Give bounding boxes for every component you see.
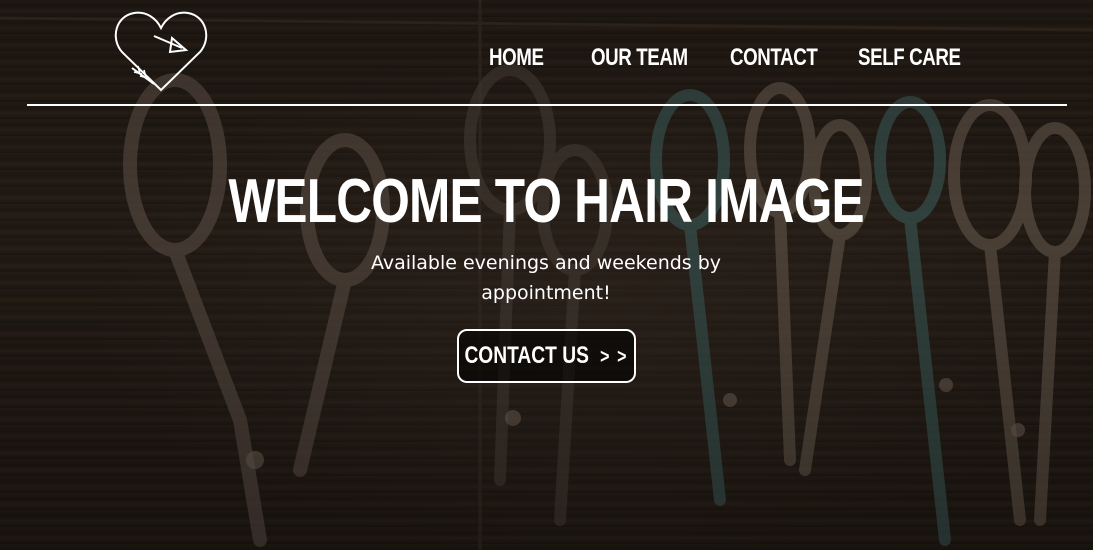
nav-self-care[interactable]: SELF CARE [858, 40, 961, 76]
hero-subtitle: Available evenings and weekends by appoi… [370, 252, 722, 304]
nav-our-team[interactable]: OUR TEAM [591, 40, 688, 76]
double-chevron-icon: > > [600, 346, 629, 368]
nav-contact[interactable]: CONTACT [730, 40, 818, 76]
contact-us-button[interactable]: CONTACT US > > [457, 329, 636, 383]
header-divider [27, 104, 1067, 106]
nav-home[interactable]: HOME [489, 40, 544, 76]
main-nav: HOME OUR TEAM CONTACT SELF CARE [0, 40, 1093, 76]
hero-title: WELCOME TO HAIR IMAGE [0, 166, 1093, 238]
hero-title-text: WELCOME TO HAIR IMAGE [228, 167, 865, 236]
contact-us-label: CONTACT US [464, 342, 590, 369]
contact-us-content: CONTACT US > > [465, 342, 629, 370]
hero-section: HOME OUR TEAM CONTACT SELF CARE WELCOME … [0, 0, 1093, 550]
